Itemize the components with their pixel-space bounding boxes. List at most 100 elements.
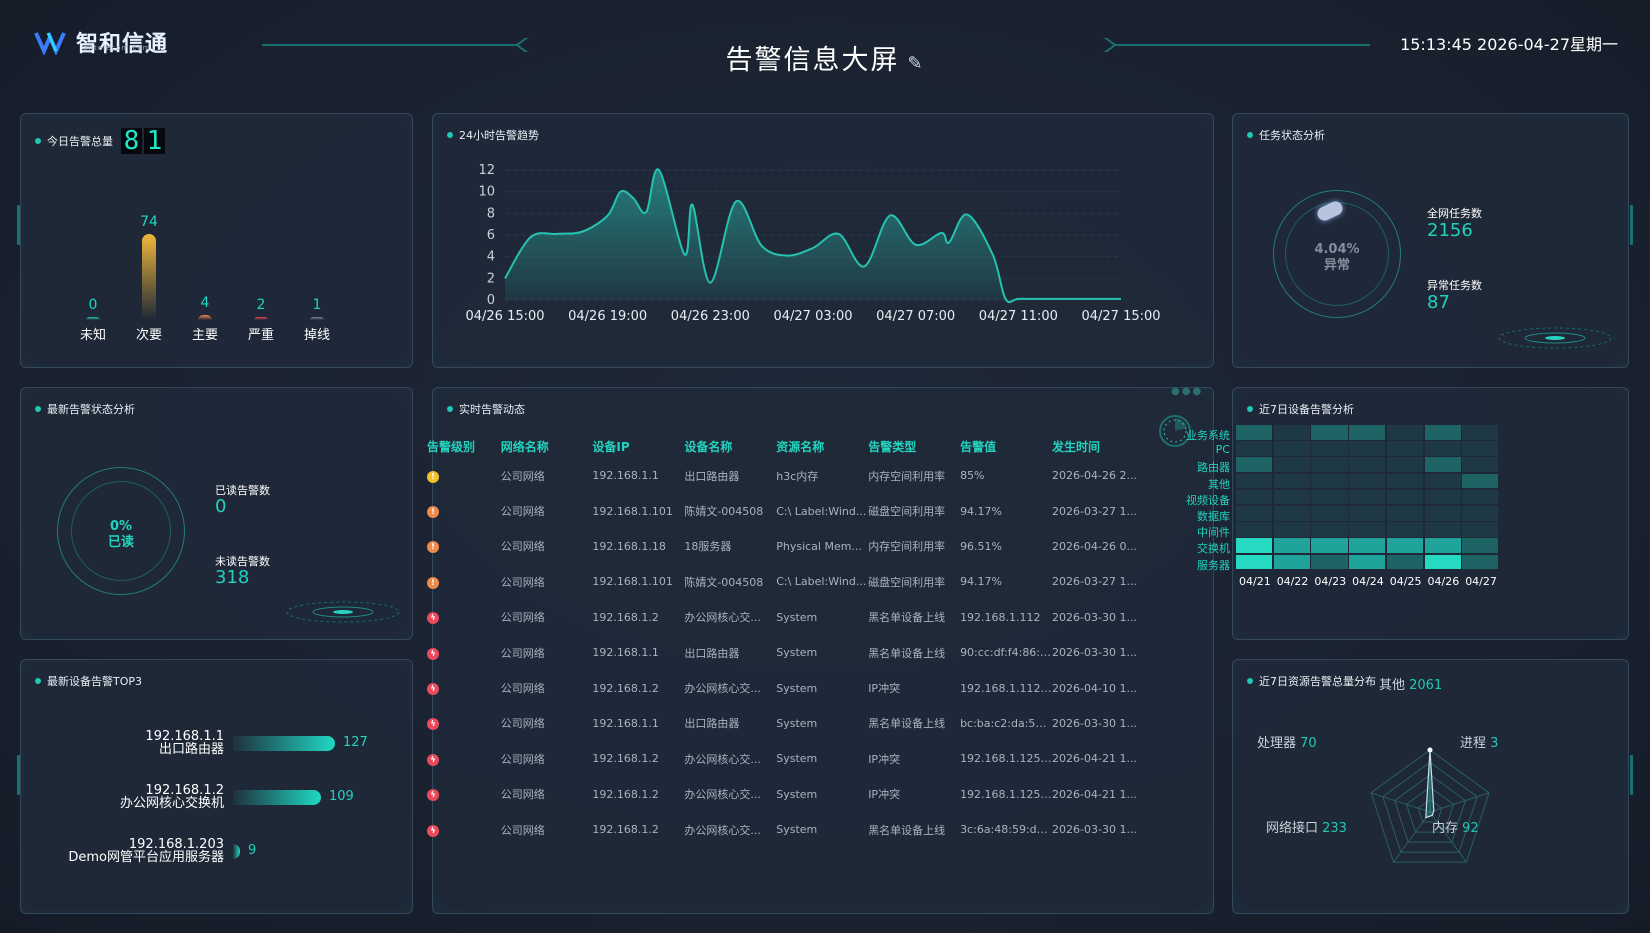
column-header[interactable]: 告警级别	[427, 434, 501, 458]
heatmap-cell[interactable]	[1349, 506, 1386, 521]
heatmap-cell[interactable]	[1424, 538, 1461, 554]
heatmap-cell[interactable]	[1349, 425, 1386, 440]
heatmap-cell[interactable]	[1311, 425, 1348, 440]
heatmap-cell[interactable]	[1462, 489, 1499, 505]
heatmap-cell[interactable]	[1236, 457, 1273, 473]
heatmap-cell[interactable]	[1236, 473, 1273, 489]
resource-radar-panel: 近7日资源告警总量分布 其他 2061 进程 3 内存 92 网络接口 233 处理器 …	[1232, 659, 1629, 914]
heatmap-cell[interactable]	[1462, 457, 1499, 473]
heatmap-cell[interactable]	[1462, 506, 1499, 521]
read-percent: 0%	[109, 519, 133, 534]
heatmap-cell[interactable]	[1424, 522, 1461, 537]
heatmap-cell[interactable]	[1273, 425, 1310, 440]
heatmap-cell[interactable]	[1424, 441, 1461, 456]
heatmap-cell[interactable]	[1349, 473, 1386, 489]
heatmap-cell[interactable]	[1349, 554, 1386, 570]
cell-res: C:\ Label:Wind...	[776, 504, 867, 518]
heatmap-cell[interactable]	[1386, 473, 1423, 489]
heatmap-cell[interactable]	[1311, 522, 1348, 537]
heatmap-cell[interactable]	[1273, 522, 1310, 537]
heatmap-cell[interactable]	[1311, 538, 1348, 554]
table-row[interactable]: ϟ 公司网络 192.168.1.2 办公网核心交... System IP冲突 192.1…	[427, 670, 1137, 705]
cell-dev: 陈婧文-004508	[684, 575, 764, 589]
heatmap-cell[interactable]	[1462, 473, 1499, 489]
heatmap-cell[interactable]	[1349, 441, 1386, 456]
heatmap-cell[interactable]	[1386, 522, 1423, 537]
heatmap-cell[interactable]	[1386, 457, 1423, 473]
heatmap-cell[interactable]	[1273, 441, 1310, 456]
heatmap-cell[interactable]	[1349, 489, 1386, 505]
heatmap-cell[interactable]	[1462, 441, 1499, 456]
table-row[interactable]: ! 公司网络 192.168.1.1 出口路由器 h3c内存 内存空间利用率 85% 2026…	[427, 458, 1137, 493]
heatmap-cell[interactable]	[1424, 425, 1461, 440]
heatmap-cell[interactable]	[1386, 425, 1423, 440]
title-dot-icon	[35, 406, 41, 412]
heatmap-cell[interactable]	[1386, 489, 1423, 505]
severity-cell: !	[427, 529, 501, 564]
heatmap-cell[interactable]	[1273, 506, 1310, 521]
heatmap-cell[interactable]	[1236, 538, 1273, 554]
table-row[interactable]: ϟ 公司网络 192.168.1.1 出口路由器 System 黑名单设备上线 90:cc:…	[427, 635, 1137, 670]
heatmap-cell[interactable]	[1273, 473, 1310, 489]
heatmap-cell[interactable]	[1424, 554, 1461, 570]
heatmap-cell[interactable]	[1424, 473, 1461, 489]
heatmap-cell[interactable]	[1311, 441, 1348, 456]
cell-dev: 陈婧文-004508	[684, 505, 764, 519]
heatmap-cell[interactable]	[1273, 554, 1310, 570]
heatmap-cell[interactable]	[1462, 554, 1499, 570]
heatmap-cell[interactable]	[1424, 457, 1461, 473]
heatmap-cell[interactable]	[1273, 538, 1310, 554]
cell-res: System	[776, 681, 818, 695]
heatmap-cell[interactable]	[1236, 522, 1273, 537]
heatmap-cell[interactable]	[1349, 457, 1386, 473]
heatmap-cell[interactable]	[1424, 506, 1461, 521]
column-header[interactable]: 网络名称	[501, 434, 593, 458]
heatmap-cell[interactable]	[1311, 457, 1348, 473]
column-header[interactable]: 设备IP	[592, 434, 684, 458]
heatmap-cell[interactable]	[1311, 506, 1348, 521]
heatmap-cell[interactable]	[1311, 554, 1348, 570]
panel-title: 今日告警总量 81	[35, 128, 165, 154]
alarm-level-value: 2	[256, 297, 266, 313]
table-row[interactable]: ϟ 公司网络 192.168.1.2 办公网核心交... System 黑名单设备上线 3c…	[427, 812, 1137, 847]
total-tasks-value: 2156	[1427, 220, 1473, 241]
heatmap-cell[interactable]	[1386, 538, 1423, 554]
heatmap-cell[interactable]	[1462, 425, 1499, 440]
heatmap-cell[interactable]	[1236, 554, 1273, 570]
heatmap-cell[interactable]	[1424, 489, 1461, 505]
alarm-level-column: 1 掉线	[291, 297, 343, 343]
heatmap-cell[interactable]	[1349, 538, 1386, 554]
table-row[interactable]: ϟ 公司网络 192.168.1.2 办公网核心交... System IP冲突 192.1…	[427, 741, 1137, 776]
cell-dev: 办公网核心交...	[684, 823, 761, 837]
heatmap-cell[interactable]	[1386, 506, 1423, 521]
column-header[interactable]: 告警类型	[868, 434, 960, 458]
table-row[interactable]: ! 公司网络 192.168.1.101 陈婧文-004508 C:\ Label:Wi…	[427, 493, 1137, 528]
heatmap-cell[interactable]	[1236, 489, 1273, 505]
edit-icon[interactable]: ✎	[907, 53, 924, 74]
heatmap-cell[interactable]	[1386, 554, 1423, 570]
table-row[interactable]: ϟ 公司网络 192.168.1.1 出口路由器 System 黑名单设备上线 bc:ba:…	[427, 706, 1137, 741]
heatmap-cell[interactable]	[1273, 489, 1310, 505]
column-header[interactable]: 发生时间	[1052, 434, 1137, 458]
table-row[interactable]: ! 公司网络 192.168.1.101 陈婧文-004508 C:\ Label:Wi…	[427, 564, 1137, 599]
column-header[interactable]: 告警值	[960, 434, 1052, 458]
heatmap-cell[interactable]	[1273, 457, 1310, 473]
heatmap-cell[interactable]	[1311, 473, 1348, 489]
heatmap-cell[interactable]	[1236, 441, 1273, 456]
table-row[interactable]: ϟ 公司网络 192.168.1.2 办公网核心交... System IP冲突 192.1…	[427, 777, 1137, 812]
heatmap-cell[interactable]	[1386, 441, 1423, 456]
table-row[interactable]: ! 公司网络 192.168.1.18 18服务器 Physical Mem... 内存空…	[427, 529, 1137, 564]
task-percent: 4.04%	[1314, 242, 1360, 257]
heatmap-row-label: 业务系统	[1186, 429, 1230, 442]
column-header[interactable]: 设备名称	[684, 434, 776, 458]
heatmap-cell[interactable]	[1236, 425, 1273, 440]
column-header[interactable]: 资源名称	[776, 434, 868, 458]
y-tick-label: 10	[478, 185, 495, 200]
heatmap-cell[interactable]	[1462, 522, 1499, 537]
heatmap-cell[interactable]	[1462, 538, 1499, 554]
heatmap-cell[interactable]	[1236, 506, 1273, 521]
heatmap-cell[interactable]	[1311, 489, 1348, 505]
heatmap-cell[interactable]	[1349, 522, 1386, 537]
table-row[interactable]: ϟ 公司网络 192.168.1.2 办公网核心交... System 黑名单设备上线 19…	[427, 600, 1137, 635]
alarm-level-value: 4	[200, 295, 210, 311]
